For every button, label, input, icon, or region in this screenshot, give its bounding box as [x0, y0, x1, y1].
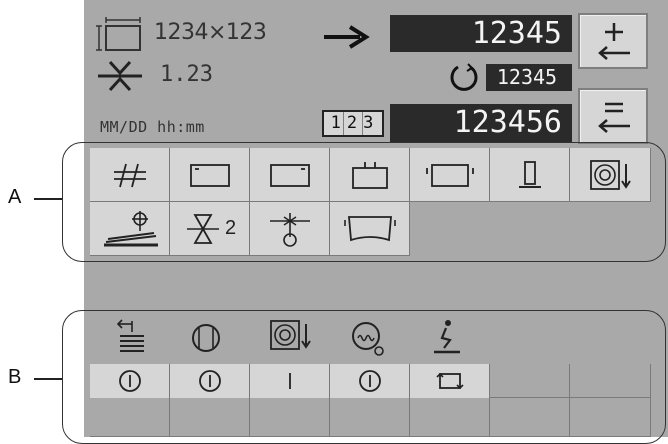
counter-display: 123456	[390, 104, 572, 142]
decrease-button[interactable]	[578, 88, 648, 144]
rotation-icon	[450, 63, 478, 91]
datetime-placeholder: MM/DD hh:mm	[100, 118, 205, 136]
callout-label-b: B	[8, 366, 22, 388]
counter-badge-text: 123	[324, 112, 382, 135]
callout-label-a: A	[8, 186, 22, 208]
callout-bracket-a	[62, 142, 666, 262]
minus-arrow-icon	[598, 102, 630, 133]
counter-badge: 123	[322, 110, 384, 137]
target-display: 12345	[390, 15, 572, 52]
gap-value: 1.23	[160, 62, 213, 87]
callout-bracket-b	[62, 310, 666, 444]
callout-leader-a	[34, 198, 62, 200]
right-arrow-icon	[324, 25, 370, 49]
plus-arrow-icon	[598, 23, 630, 60]
callout-leader-b	[34, 378, 62, 380]
increase-button[interactable]	[578, 13, 648, 69]
gap-icon	[98, 60, 142, 92]
box-size-icon	[96, 17, 141, 51]
size-value: 1234×123	[154, 20, 267, 45]
rotation-display: 12345	[486, 64, 572, 91]
